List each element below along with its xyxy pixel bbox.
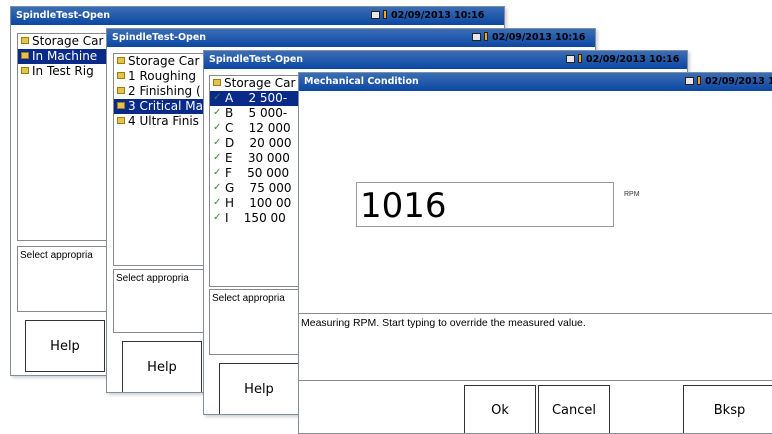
datetime: 02/09/2013 10:16 [492,32,586,43]
help-button[interactable]: Help [219,363,299,414]
battery-icon [578,54,582,63]
disk-icon [371,10,380,19]
folder-icon [21,37,29,44]
message-box: Measuring RPM. Start typing to override … [299,313,772,381]
status-area: 02/09/2013 10:16 [472,29,585,47]
folder-icon [117,102,125,109]
status-area: 02/09/2013 10:16 [371,7,484,25]
disk-icon [472,32,481,41]
disk-icon [685,76,694,85]
datetime: 02/09/2013 10:16 [391,10,485,21]
list-item-label: Storage Car [224,76,296,90]
mechanical-condition-dialog: Mechanical Condition 02/09/2013 10:1 101… [298,72,772,434]
list-item[interactable]: ✓ D 20 000 [210,136,300,151]
list-item-label: E 30 000 [225,151,290,165]
list-item[interactable]: Storage Car [210,76,300,91]
list-item[interactable]: ✓ H 100 00 [210,196,300,211]
rpm-value-field[interactable]: 1016 [356,182,614,227]
folder-icon [117,117,125,124]
leaf-icon: ✓ [213,197,222,208]
disk-icon [566,54,575,63]
window-title: SpindleTest-Open [209,54,304,65]
leaf-icon: ✓ [213,107,222,118]
list-item[interactable]: ✓ B 5 000- [210,106,300,121]
list-item-label: H 100 00 [225,196,292,210]
list-item[interactable]: ✓ C 12 000 [210,121,300,136]
help-button[interactable]: Help [25,320,105,372]
help-button[interactable]: Help [122,341,202,392]
folder-icon [117,72,125,79]
list-item-label: B 5 000- [225,106,288,120]
bksp-label: Bksp [713,403,746,418]
list-item-label: 1 Roughing [128,69,196,83]
message-text: Select appropria [116,273,189,284]
help-label: Help [244,382,274,397]
leaf-icon: ✓ [213,212,222,223]
list-item-label: 3 Critical Ma [128,99,203,113]
datetime: 02/09/2013 10:16 [586,54,680,65]
list-item[interactable]: 1 Roughing [114,69,212,84]
help-label: Help [147,360,177,375]
battery-icon [383,10,387,19]
list-item-label: Storage Car [128,54,200,68]
message-text: Measuring RPM. Start typing to override … [301,317,586,329]
datetime: 02/09/2013 10:1 [705,76,772,87]
ok-label: Ok [491,403,509,418]
list-item-label: In Test Rig [32,64,94,78]
list-item-label: F 50 000 [225,166,290,180]
list-item-label: 2 Finishing ( [128,84,201,98]
folder-icon [21,67,29,74]
message-text: Select appropria [212,293,285,304]
message-box: Select appropria [113,269,213,333]
leaf-icon: ✓ [213,122,222,133]
list-item[interactable]: 2 Finishing ( [114,84,212,99]
folder-icon [21,52,29,59]
list-item-label: 4 Ultra Finis [128,114,199,128]
battery-icon [484,32,488,41]
list-item-label: In Machine [32,49,98,63]
list-item[interactable]: ✓ F 50 000 [210,166,300,181]
list-item[interactable]: 3 Critical Ma [114,99,212,114]
list-item-label: C 12 000 [225,121,291,135]
list-item[interactable]: ✓ A 2 500- [210,91,300,106]
leaf-icon: ✓ [213,152,222,163]
list-item[interactable]: ✓ E 30 000 [210,151,300,166]
status-area: 02/09/2013 10:16 [566,51,679,69]
ok-button[interactable]: Ok [464,385,536,433]
message-text: Select appropria [20,250,93,261]
tree-list[interactable]: Storage Car 1 Roughing 2 Finishing (3 Crit… [113,53,213,266]
rpm-value: 1016 [360,186,447,226]
list-item-label: D 20 000 [225,136,292,150]
leaf-icon: ✓ [213,182,222,193]
bksp-button[interactable]: Bksp [683,385,772,433]
leaf-icon: ✓ [213,92,222,103]
list-item-label: I 150 00 [225,211,286,225]
unit-label: RPM [624,191,640,198]
tree-list[interactable]: Storage Car ✓ A 2 500- ✓ B 5 000- ✓ C 12 000 ✓ D… [209,75,301,287]
window-title: SpindleTest-Open [16,10,111,21]
leaf-icon: ✓ [213,137,222,148]
list-item-label: Storage Car [32,34,104,48]
leaf-icon: ✓ [213,167,222,178]
dialog-title: Mechanical Condition [304,76,419,87]
message-box: Select appropria [209,289,301,355]
list-item[interactable]: Storage Car [114,54,212,69]
battery-icon [697,76,701,85]
folder-icon [117,87,125,94]
window-title: SpindleTest-Open [112,32,207,43]
help-label: Help [50,339,80,354]
status-area: 02/09/2013 10:1 [685,73,772,91]
list-item[interactable]: 4 Ultra Finis [114,114,212,129]
cancel-label: Cancel [551,403,597,418]
cancel-button[interactable]: Cancel [538,385,610,433]
folder-icon [117,57,125,64]
list-item-label: A 2 500- [225,91,288,105]
list-item[interactable]: ✓ I 150 00 [210,211,300,226]
folder-icon [213,79,221,86]
list-item[interactable]: ✓ G 75 000 [210,181,300,196]
list-item-label: G 75 000 [225,181,292,195]
